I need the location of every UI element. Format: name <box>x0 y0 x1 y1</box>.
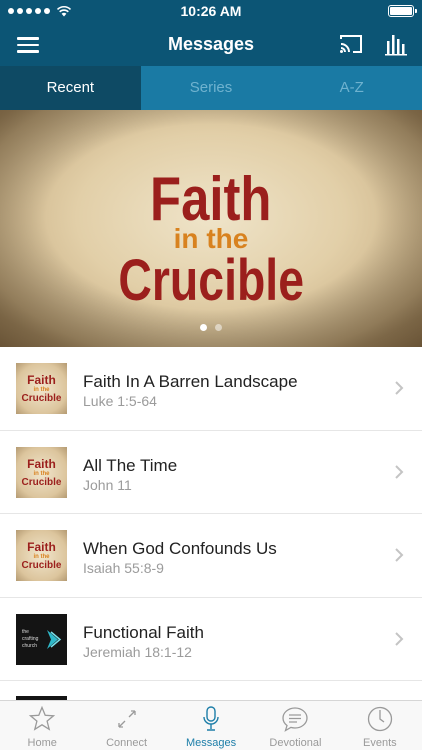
cast-icon[interactable] <box>338 31 364 57</box>
tab-events-label: Events <box>363 737 397 749</box>
page-indicator[interactable] <box>0 324 422 331</box>
list-item[interactable]: Faith in the Crucible Faith In A Barren … <box>0 347 422 431</box>
chevron-right-icon <box>395 631 404 646</box>
speech-bubble-icon <box>282 707 309 732</box>
status-time: 10:26 AM <box>180 3 242 19</box>
series-artwork: Faith in the Crucible <box>0 110 422 347</box>
svg-text:Faith: Faith <box>27 373 56 387</box>
series-thumbnail: Faith in the Crucible <box>16 446 67 498</box>
message-scripture: Luke 1:5-64 <box>83 393 157 409</box>
clock-icon <box>367 706 392 732</box>
bar-chart-icon[interactable] <box>383 31 409 57</box>
tab-devotional-label: Devotional <box>269 737 322 749</box>
svg-text:Crucible: Crucible <box>21 477 61 488</box>
svg-text:Crucible: Crucible <box>21 560 61 571</box>
hero-title-line3: Crucible <box>118 248 304 313</box>
connect-icon <box>117 710 136 728</box>
chevron-right-icon <box>395 464 404 479</box>
tab-recent[interactable]: Recent <box>0 66 141 110</box>
list-item[interactable]: the crafting church Functional Faith Jer… <box>0 598 422 681</box>
battery-icon <box>388 5 417 17</box>
page-dot[interactable] <box>215 324 222 331</box>
featured-series-banner[interactable]: Faith in the Crucible <box>0 110 422 347</box>
tab-devotional[interactable]: Devotional <box>253 701 337 750</box>
svg-text:crafting: crafting <box>22 636 39 642</box>
message-title: When God Confounds Us <box>83 539 277 558</box>
tab-connect-label: Connect <box>106 737 148 749</box>
status-bar: 10:26 AM <box>0 0 422 22</box>
svg-text:church: church <box>22 643 37 649</box>
tab-events[interactable]: Events <box>338 701 422 750</box>
message-scripture: Jeremiah 18:1-12 <box>83 643 192 660</box>
list-item[interactable]: Faith in the Crucible All The Time John … <box>0 431 422 514</box>
tab-series[interactable]: Series <box>141 66 282 110</box>
tab-home-label: Home <box>27 737 57 749</box>
series-thumbnail: the crafting church <box>16 613 67 665</box>
chevron-right-icon <box>395 381 404 395</box>
page-dot-active[interactable] <box>200 324 207 331</box>
tab-messages[interactable]: Messages <box>169 701 253 750</box>
star-icon <box>29 705 56 731</box>
list-item[interactable]: Faith in the Crucible When God Confounds… <box>0 514 422 598</box>
tab-messages-label: Messages <box>185 737 237 749</box>
message-title: Faith In A Barren Landscape <box>83 372 298 391</box>
navigation-bar: Messages <box>0 22 422 66</box>
chevron-right-icon <box>395 548 404 562</box>
message-scripture: John 11 <box>83 476 132 493</box>
message-title: All The Time <box>83 455 178 475</box>
svg-text:Faith: Faith <box>27 457 56 471</box>
svg-text:Crucible: Crucible <box>21 393 61 404</box>
tab-a-z[interactable]: A-Z <box>281 66 422 110</box>
series-thumbnail: Faith in the Crucible <box>16 363 67 414</box>
svg-text:the: the <box>22 629 29 635</box>
svg-text:Faith: Faith <box>27 540 56 554</box>
message-scripture: Isaiah 55:8-9 <box>83 560 164 576</box>
series-thumbnail: Faith in the Crucible <box>16 530 67 581</box>
microphone-icon <box>203 706 219 731</box>
message-list: Faith in the Crucible Faith In A Barren … <box>0 347 422 700</box>
segment-tabs: Recent Series A-Z <box>0 66 422 110</box>
tab-home[interactable]: Home <box>0 701 84 750</box>
message-title: Functional Faith <box>83 622 204 642</box>
bottom-tab-bar: Home Connect Messages Devotional Events <box>0 700 422 750</box>
tab-connect[interactable]: Connect <box>84 701 168 750</box>
